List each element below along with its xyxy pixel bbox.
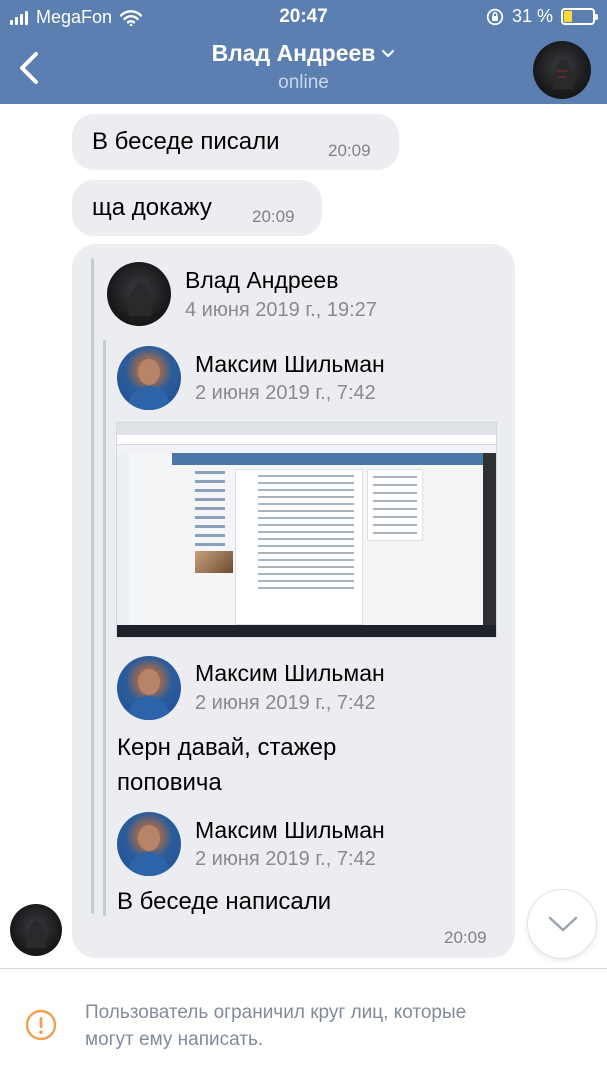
avatar[interactable]	[107, 262, 171, 326]
nested-message-text: Керн давай, стажер поповича	[117, 734, 337, 796]
avatar[interactable]	[117, 346, 181, 410]
scroll-down-button[interactable]	[527, 889, 597, 959]
message-bubble[interactable]: ща докажу 20:09	[72, 180, 322, 236]
nested-author-date: 2 июня 2019 г., 7:42	[195, 382, 376, 404]
message-text: В беседе писали	[92, 128, 280, 155]
avatar[interactable]	[10, 904, 62, 956]
chevron-down-icon	[548, 916, 578, 932]
message-time: 20:09	[328, 141, 371, 160]
contact-name: Влад Андреев	[211, 40, 376, 66]
online-status: online	[278, 72, 329, 93]
avatar[interactable]	[117, 656, 181, 720]
battery-icon	[561, 8, 598, 25]
nested-author-name[interactable]: Максим Шильман	[195, 660, 385, 687]
forward-bar	[91, 258, 94, 914]
chat-screen: MegaFon 20:47 31 % Влад Андреев online В…	[0, 0, 607, 1080]
nested-author-date: 2 июня 2019 г., 7:42	[195, 692, 376, 714]
chevron-down-icon	[382, 49, 395, 58]
avatar[interactable]	[533, 41, 591, 99]
status-bar: MegaFon 20:47 31 %	[0, 0, 607, 34]
restriction-notice: Пользователь ограничил круг лиц, которые…	[85, 1002, 467, 1050]
footer-divider	[0, 968, 607, 969]
message-bubble[interactable]: В беседе писали 20:09	[72, 114, 399, 170]
battery-percent: 31 %	[511, 6, 553, 26]
nested-author-name[interactable]: Максим Шильман	[195, 817, 385, 844]
chat-title[interactable]: Влад Андреев online	[0, 40, 607, 94]
nested-author-date: 2 июня 2019 г., 7:42	[195, 848, 376, 870]
warning-icon	[25, 1009, 57, 1041]
chat-header: MegaFon 20:47 31 % Влад Андреев online	[0, 0, 607, 104]
screenshot-attachment[interactable]	[116, 422, 497, 638]
forward-bar	[103, 804, 106, 916]
forward-author-name[interactable]: Влад Андреев	[185, 267, 338, 294]
forwarded-message-bubble[interactable]: Влад Андреев 4 июня 2019 г., 19:27 Макси…	[72, 244, 515, 958]
nested-message-text: В беседе написали	[117, 888, 332, 915]
message-text: ща докажу	[92, 194, 212, 221]
forward-author-date: 4 июня 2019 г., 19:27	[185, 299, 377, 321]
message-time: 20:09	[252, 207, 295, 226]
message-time: 20:09	[444, 928, 487, 947]
avatar[interactable]	[117, 812, 181, 876]
nested-author-name[interactable]: Максим Шильман	[195, 351, 385, 378]
rotation-lock-icon	[486, 8, 504, 25]
